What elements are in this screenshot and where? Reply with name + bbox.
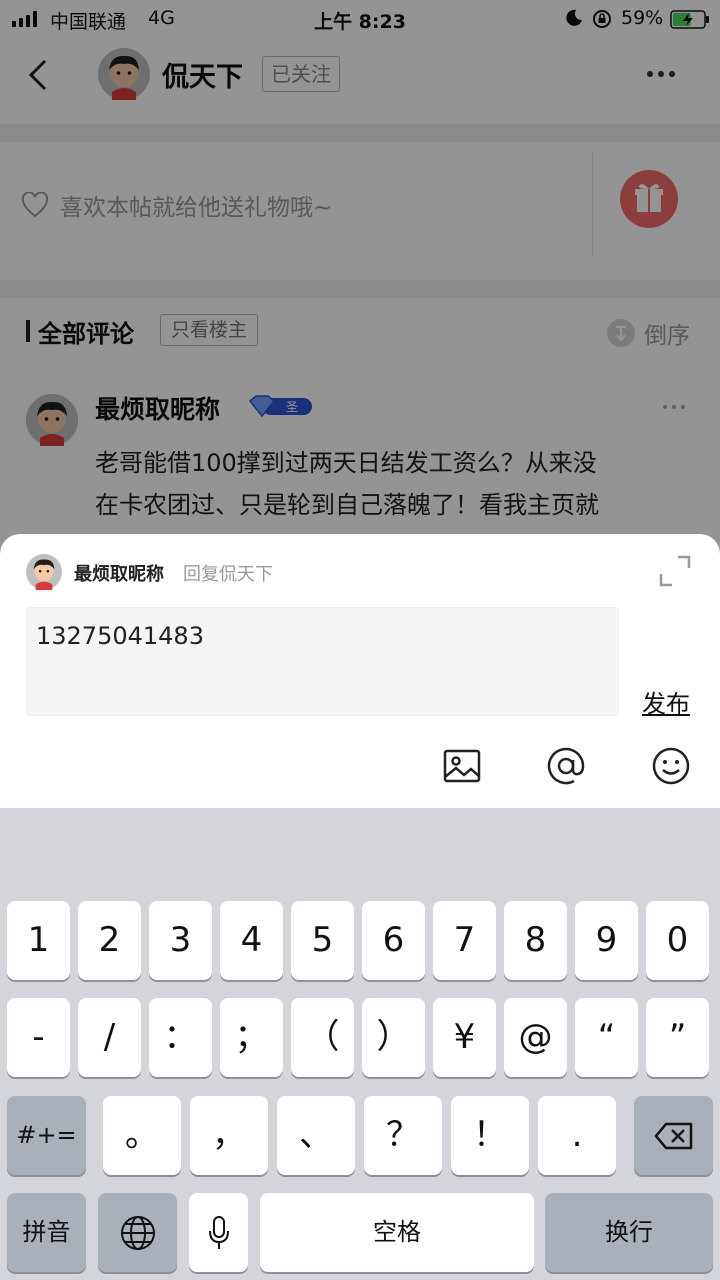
number-key[interactable]: 6 [362,901,425,980]
emoji-icon[interactable] [651,746,691,786]
symbol-key[interactable]: - [7,998,70,1077]
number-key[interactable]: 0 [646,901,709,980]
reply-target: 回复侃天下 [183,564,273,585]
reply-input[interactable]: 13275041483 [26,607,619,716]
number-key[interactable]: 7 [433,901,496,980]
reply-input-value: 13275041483 [36,622,204,650]
number-key[interactable]: 9 [575,901,638,980]
backspace-key[interactable] [634,1096,713,1175]
punctuation-key[interactable]: ！ [451,1096,529,1175]
symbol-key[interactable]: / [78,998,141,1077]
symbol-key[interactable]: @ [504,998,567,1077]
microphone-icon [208,1215,229,1249]
number-key[interactable]: 8 [504,901,567,980]
globe-key[interactable] [98,1193,177,1272]
number-key[interactable]: 3 [149,901,212,980]
mode-switch-key[interactable]: #+= [7,1096,86,1175]
symbol-key[interactable]: ” [646,998,709,1077]
symbol-key[interactable]: ） [362,998,425,1077]
dim-overlay[interactable] [0,0,720,560]
backspace-icon [654,1122,692,1149]
keyboard: 1234567890 - /：；（） ¥ @ “” #+= 。，、？！. 拼音 空格 换… [0,808,720,1280]
pinyin-key[interactable]: 拼音 [7,1193,86,1272]
image-icon[interactable] [442,746,482,786]
symbol-key[interactable]: （ [291,998,354,1077]
punctuation-key[interactable]: 、 [277,1096,355,1175]
punctuation-key[interactable]: . [538,1096,616,1175]
number-key[interactable]: 5 [291,901,354,980]
symbol-key[interactable]: ： [149,998,212,1077]
avatar [26,554,62,590]
voice-input-key[interactable] [189,1193,248,1272]
punctuation-key[interactable]: ？ [364,1096,442,1175]
globe-icon [120,1215,155,1250]
return-key[interactable]: 换行 [545,1193,713,1272]
symbol-key[interactable]: ； [220,998,283,1077]
punctuation-key[interactable]: ， [190,1096,268,1175]
punctuation-key[interactable]: 。 [103,1096,181,1175]
number-key[interactable]: 4 [220,901,283,980]
symbol-key[interactable]: “ [575,998,638,1077]
expand-icon[interactable] [658,554,692,588]
number-key[interactable]: 1 [7,901,70,980]
symbol-key[interactable]: ¥ [433,998,496,1077]
publish-button[interactable]: 发布 [642,684,690,719]
reply-sheet: 最烦取昵称 回复侃天下 13275041483 发布 [0,534,720,810]
space-key[interactable]: 空格 [260,1193,534,1272]
mention-icon[interactable] [546,746,586,786]
number-key[interactable]: 2 [78,901,141,980]
reply-author: 最烦取昵称 [74,564,164,585]
